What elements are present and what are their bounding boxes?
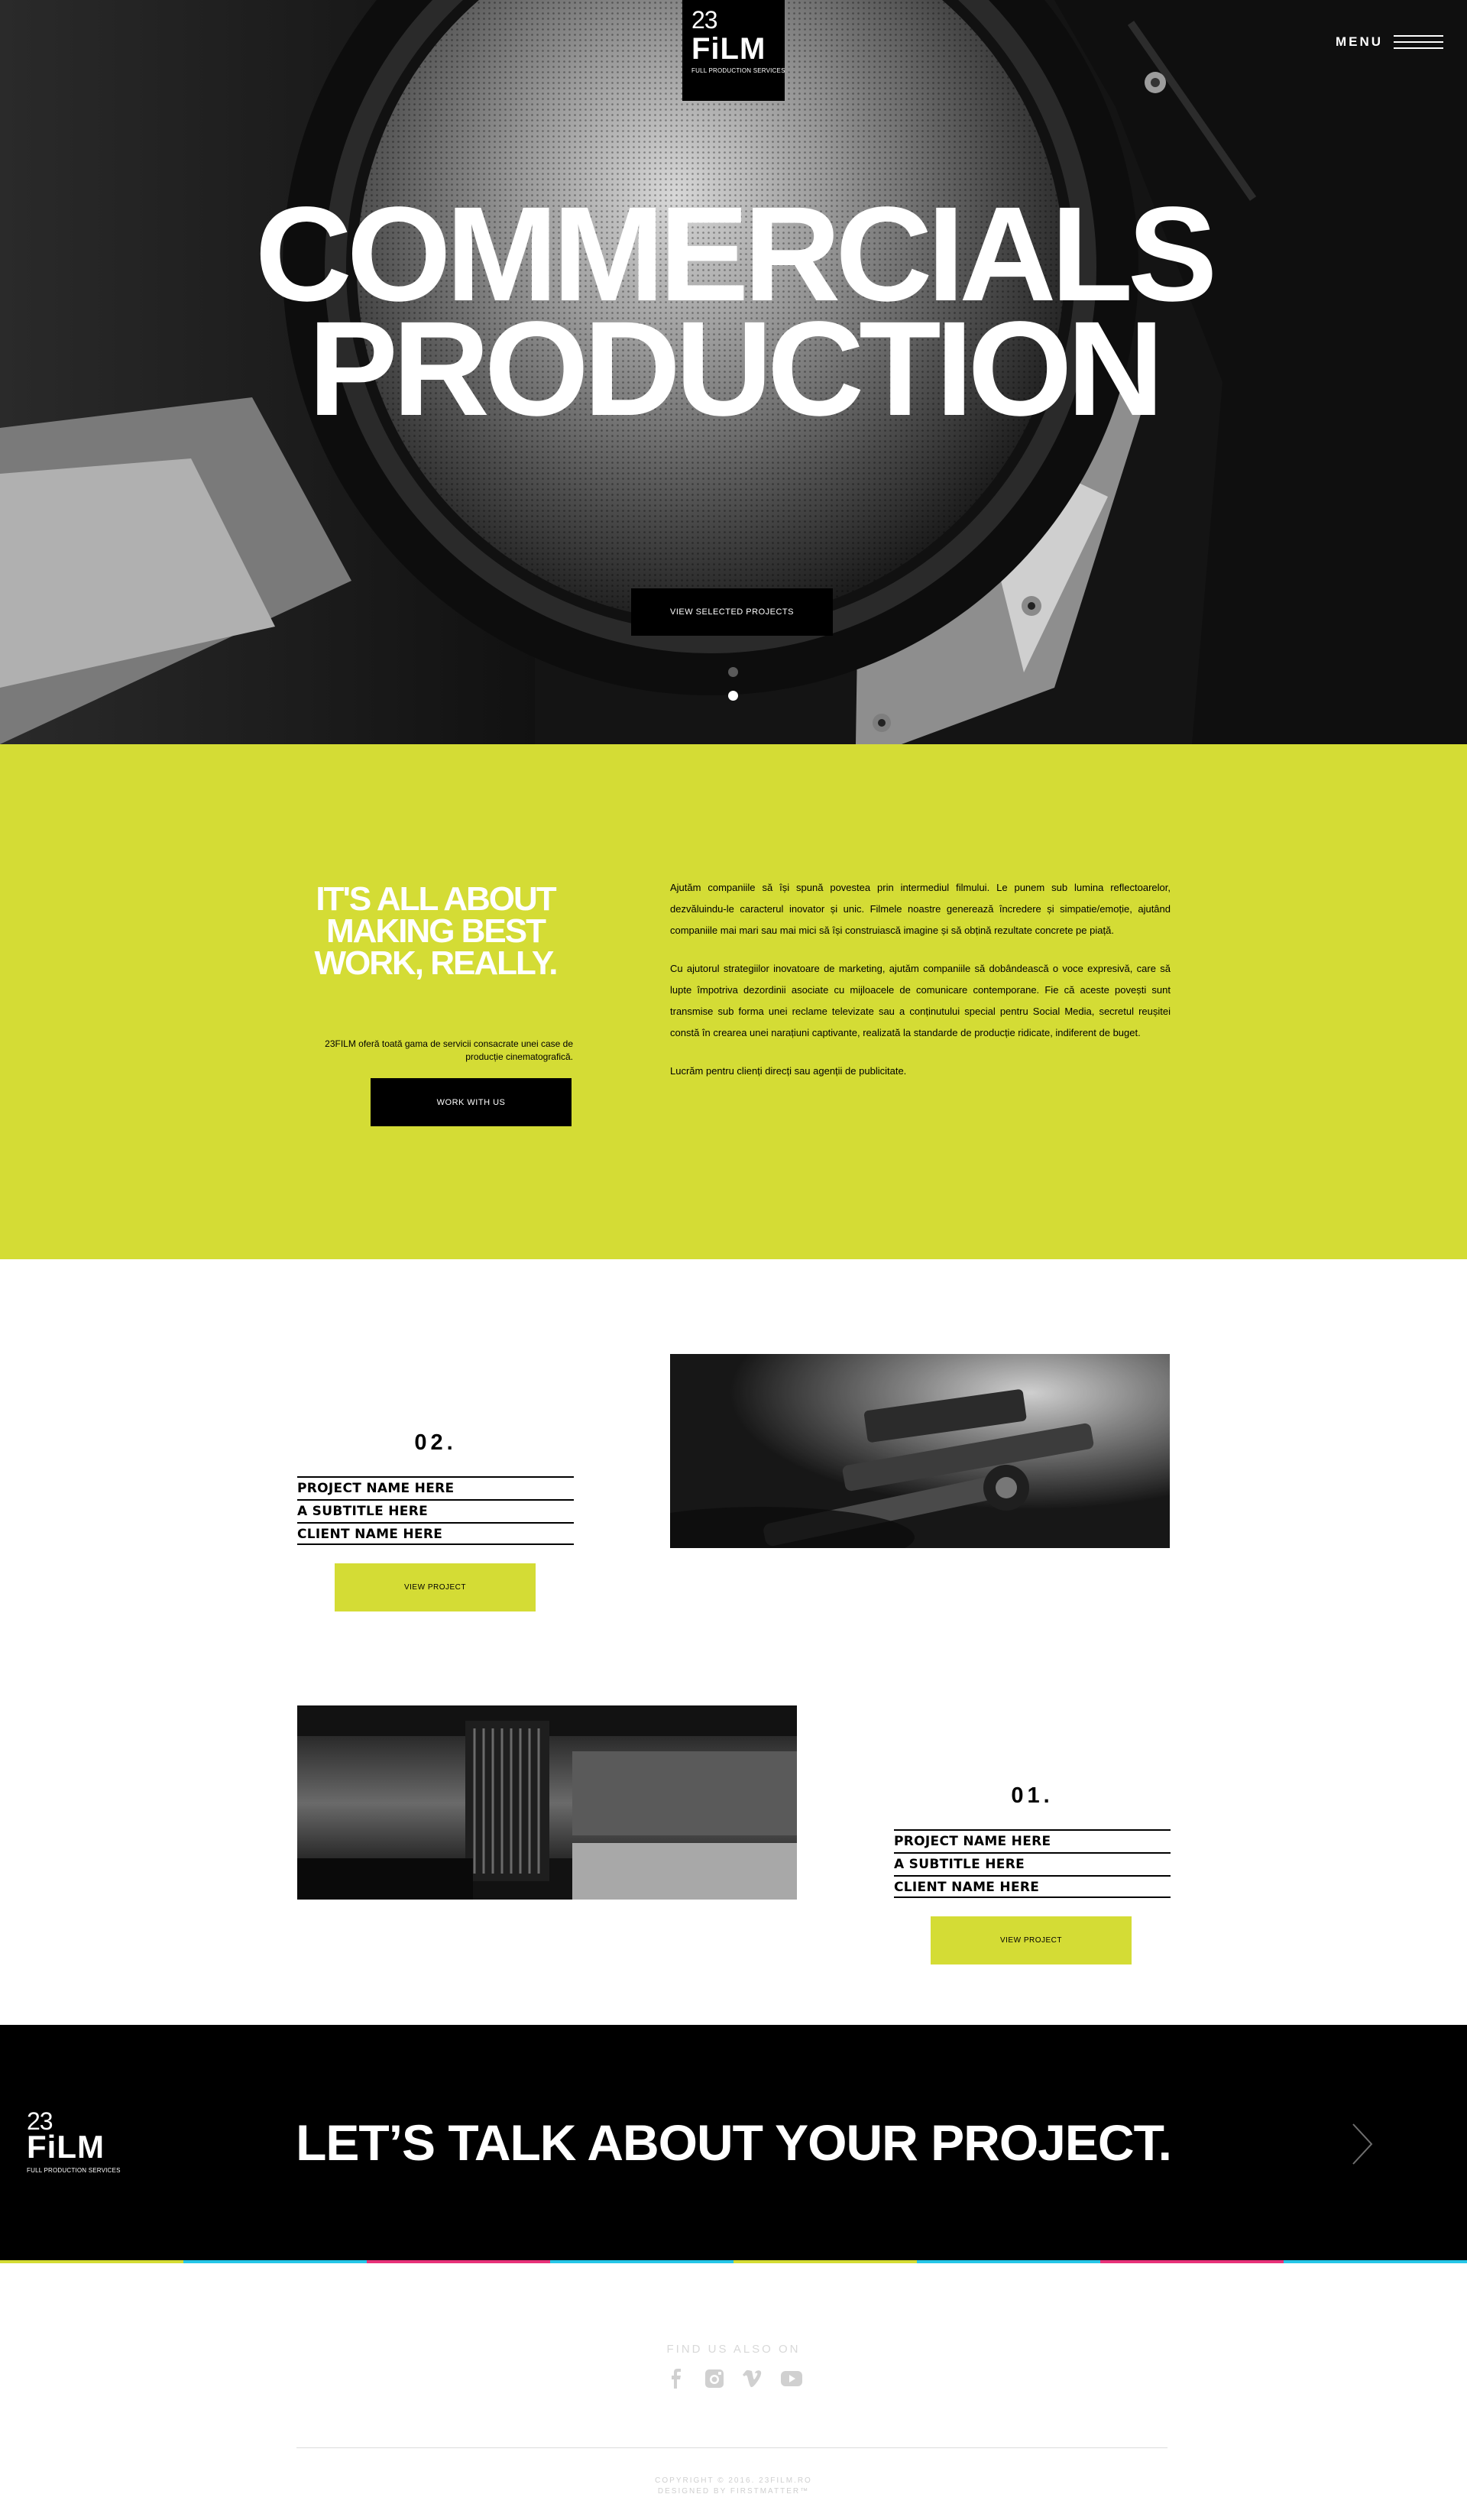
project-name: PROJECT NAME HERE [297,1476,574,1499]
stripe-segment [734,2260,917,2263]
copyright-line: COPYRIGHT © 2016. 23FILM.RO [655,2476,812,2485]
vimeo-icon[interactable] [741,2367,764,2390]
project-thumbnail-lens[interactable] [297,1705,797,1900]
youtube-icon[interactable] [780,2367,803,2390]
project-subtitle: A SUBTITLE HERE [297,1499,574,1522]
hero-section: 23 FiLM FULL PRODUCTION SERVICES MENU CO… [0,0,1467,744]
project-number: 02. [414,1430,457,1455]
logo-tagline: FULL PRODUCTION SERVICES [691,67,785,74]
about-paragraph-3: Lucrăm pentru clienți direcți sau agenți… [670,1065,907,1077]
designer-credit: DESIGNED BY FIRSTMATTER™ [657,2487,810,2496]
stripe-segment [917,2260,1100,2263]
hamburger-icon [1394,34,1444,50]
project-details: PROJECT NAME HERE A SUBTITLE HERE CLIENT… [297,1476,574,1545]
find-us-label: FIND US ALSO ON [666,2343,801,2356]
color-stripe-divider [0,2260,1467,2263]
project-details: PROJECT NAME HERE A SUBTITLE HERE CLIENT… [894,1829,1171,1898]
hero-title-line2: PRODUCTION [308,294,1164,444]
social-links [664,2367,803,2390]
about-heading-line3: WORK, REALLY. [314,944,558,982]
about-heading-line1: IT'S ALL ABOUT [316,880,556,918]
stripe-segment [367,2260,550,2263]
stripe-segment [1100,2260,1284,2263]
about-lead: 23FILM oferă toată gama de servicii cons… [325,1038,573,1062]
copyright-text: COPYRIGHT © 2016. 23FILM.RO DESIGNED BY … [0,2476,1467,2497]
menu-label: MENU [1336,34,1384,49]
about-section: IT'S ALL ABOUT MAKING BEST WORK, REALLY.… [0,744,1467,1259]
about-heading: IT'S ALL ABOUT MAKING BEST WORK, REALLY. [290,883,581,980]
project-client: CLIENT NAME HERE [297,1522,574,1545]
project-thumbnail-camera[interactable] [670,1354,1170,1548]
menu-toggle[interactable]: MENU [1336,31,1444,53]
view-project-button[interactable]: VIEW PROJECT [931,1916,1132,1964]
site-logo[interactable]: 23 FiLM FULL PRODUCTION SERVICES [682,0,785,101]
cta-title: LET’S TALK ABOUT YOUR PROJECT. [296,2114,1172,2171]
chevron-right-icon[interactable] [1349,2121,1379,2167]
project-subtitle: A SUBTITLE HERE [894,1852,1171,1875]
about-heading-line2: MAKING BEST [326,912,546,950]
footer-divider [296,2447,1167,2448]
stripe-segment [183,2260,367,2263]
contact-cta-banner[interactable]: 23 FiLM FULL PRODUCTION SERVICES LET’S T… [0,2025,1467,2260]
work-with-us-button[interactable]: WORK WITH US [371,1078,572,1126]
facebook-icon[interactable] [664,2367,687,2390]
slider-dot-1[interactable] [728,667,738,677]
logo-word: FiLM [691,32,766,66]
stripe-segment [1284,2260,1467,2263]
about-paragraph-1: Ajutăm companiile să își spună povestea … [670,882,1171,936]
stripe-segment [0,2260,183,2263]
view-project-button[interactable]: VIEW PROJECT [335,1563,536,1611]
instagram-icon[interactable] [703,2367,726,2390]
about-body: Ajutăm companiile să își spună povestea … [670,877,1171,1099]
slider-dot-2-active[interactable] [728,691,738,701]
project-number: 01. [1011,1783,1054,1808]
stripe-segment [550,2260,734,2263]
project-client: CLIENT NAME HERE [894,1875,1171,1898]
logo-number: 23 [691,6,718,34]
view-selected-projects-button[interactable]: VIEW SELECTED PROJECTS [631,588,833,636]
about-paragraph-2: Cu ajutorul strategiilor inovatoare de m… [670,963,1171,1038]
hero-title: COMMERCIALS PRODUCTION [0,187,1467,444]
project-name: PROJECT NAME HERE [894,1829,1171,1852]
